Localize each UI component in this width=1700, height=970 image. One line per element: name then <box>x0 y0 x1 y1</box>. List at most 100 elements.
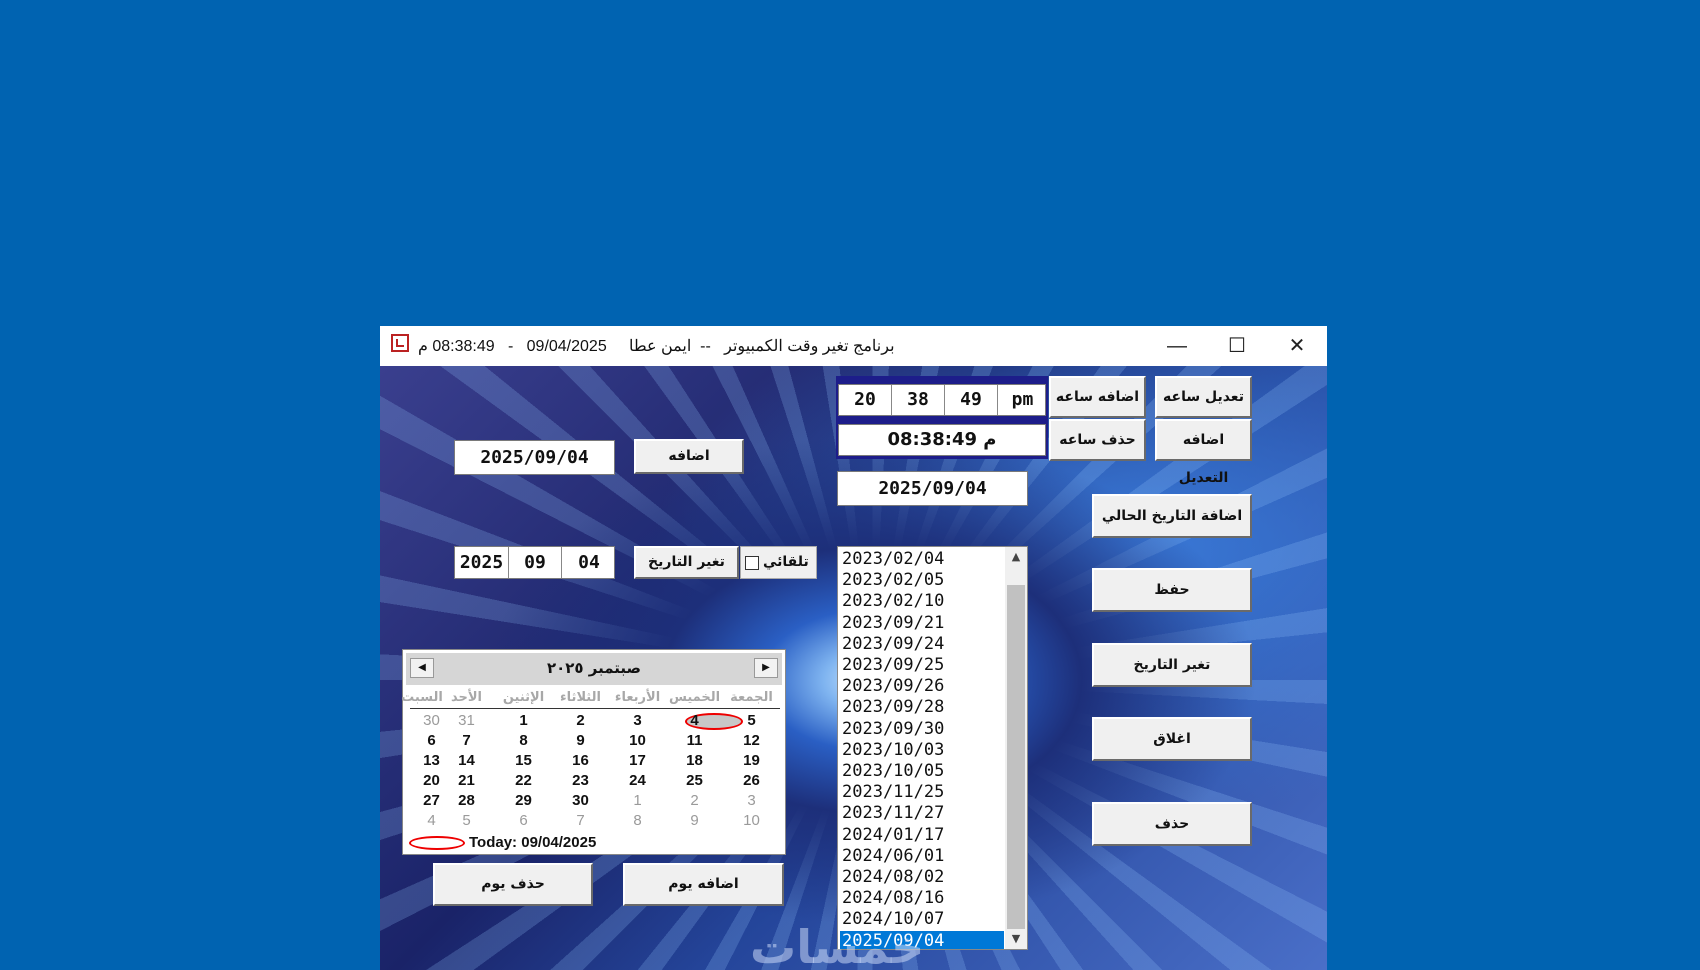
calendar-day[interactable]: 7 <box>552 812 609 829</box>
auto-label: تلقائي <box>763 554 809 570</box>
time-input[interactable]: 20 38 49 pm <box>838 384 1046 416</box>
list-item[interactable]: 2024/08/02 <box>840 867 1004 888</box>
month-calendar[interactable]: ◀ صبتمبر ٢٠٢٥ ▶ الجمعة الخميس الأربعاء ا… <box>401 649 786 855</box>
window-title: برنامج تغير وقت الكمبيوتر -- ايمن عطا 09… <box>418 338 895 355</box>
calendar-day[interactable]: 10 <box>609 732 666 749</box>
calendar-day[interactable]: 12 <box>723 732 780 749</box>
auto-checkbox-group[interactable]: تلقائي <box>740 546 817 579</box>
calendar-day[interactable]: 23 <box>552 772 609 789</box>
calendar-day[interactable]: 29 <box>495 792 552 809</box>
delete-day-button[interactable]: حذف يوم <box>433 863 593 906</box>
calendar-day[interactable]: 30 <box>552 792 609 809</box>
calendar-day[interactable]: 4 <box>403 812 460 829</box>
weekday-label: الأربعاء <box>614 690 661 705</box>
close-app-button[interactable]: اغلاق <box>1092 717 1252 761</box>
list-item[interactable]: 2024/01/17 <box>840 825 1004 846</box>
scroll-down-icon[interactable]: ▼ <box>1005 929 1027 949</box>
calendar-day[interactable]: 6 <box>495 812 552 829</box>
calendar-day[interactable]: 2 <box>552 712 609 729</box>
list-item[interactable]: 2023/02/04 <box>840 549 1004 570</box>
auto-checkbox[interactable] <box>745 556 759 570</box>
today-circle-icon <box>409 836 465 850</box>
calendar-day[interactable]: 8 <box>609 812 666 829</box>
list-scrollbar[interactable]: ▲ ▼ <box>1005 547 1027 949</box>
save-button[interactable]: حفظ <box>1092 568 1252 612</box>
minutes-field[interactable]: 38 <box>892 385 945 415</box>
calendar-day[interactable]: 19 <box>723 752 780 769</box>
list-item[interactable]: 2024/06/01 <box>840 846 1004 867</box>
close-button[interactable]: ✕ <box>1267 326 1327 366</box>
calendar-day[interactable]: 11 <box>666 732 723 749</box>
calendar-day[interactable]: 3 <box>609 712 666 729</box>
year-field[interactable]: 2025 <box>455 547 509 578</box>
list-item[interactable]: 2023/09/24 <box>840 634 1004 655</box>
list-item[interactable]: 2023/02/10 <box>840 591 1004 612</box>
calendar-day[interactable]: 20 <box>403 772 460 789</box>
list-item[interactable]: 2023/09/28 <box>840 697 1004 718</box>
calendar-day[interactable]: 3 <box>723 792 780 809</box>
weekday-label: السبت <box>401 690 443 705</box>
calendar-day[interactable]: 16 <box>552 752 609 769</box>
delete-button[interactable]: حذف <box>1092 802 1252 846</box>
maximize-button[interactable]: ☐ <box>1207 326 1267 366</box>
calendar-day[interactable]: 5 <box>723 712 780 729</box>
list-item[interactable]: 2023/10/05 <box>840 761 1004 782</box>
calendar-day[interactable]: 10 <box>723 812 780 829</box>
title-bar: برنامج تغير وقت الكمبيوتر -- ايمن عطا 09… <box>380 326 1327 366</box>
today-row[interactable]: Today: 09/04/2025 <box>407 834 777 852</box>
scroll-up-icon[interactable]: ▲ <box>1005 547 1027 567</box>
add-current-date-button[interactable]: اضافة التاريخ الحالي <box>1092 494 1252 538</box>
calendar-day[interactable]: 25 <box>666 772 723 789</box>
list-item[interactable]: 2023/09/25 <box>840 655 1004 676</box>
calendar-day[interactable]: 27 <box>403 792 460 809</box>
list-item[interactable]: 2023/02/05 <box>840 570 1004 591</box>
calendar-day[interactable]: 15 <box>495 752 552 769</box>
calendar-day[interactable]: 26 <box>723 772 780 789</box>
calendar-day[interactable]: 22 <box>495 772 552 789</box>
calendar-day[interactable]: 2 <box>666 792 723 809</box>
delete-hour-button[interactable]: حذف ساعه <box>1049 419 1146 461</box>
next-month-button[interactable]: ▶ <box>754 658 778 678</box>
main-window: برنامج تغير وقت الكمبيوتر -- ايمن عطا 09… <box>380 326 1327 970</box>
change-date-right-button[interactable]: تغير التاريخ <box>1092 643 1252 687</box>
date-field[interactable]: 2025/09/04 <box>454 440 615 475</box>
calendar-day[interactable]: 6 <box>403 732 460 749</box>
calendar-day[interactable]: 18 <box>666 752 723 769</box>
list-item[interactable]: 2023/09/30 <box>840 719 1004 740</box>
list-item[interactable]: 2023/09/26 <box>840 676 1004 697</box>
list-item[interactable]: 2023/11/27 <box>840 803 1004 824</box>
calendar-day[interactable]: 8 <box>495 732 552 749</box>
calendar-day[interactable]: 24 <box>609 772 666 789</box>
scroll-thumb[interactable] <box>1007 585 1025 929</box>
add-edit-button[interactable]: اضافه التعديل <box>1155 419 1252 486</box>
list-item[interactable]: 2023/11/25 <box>840 782 1004 803</box>
ampm-field[interactable]: pm <box>998 385 1047 415</box>
seconds-field[interactable]: 49 <box>945 385 998 415</box>
day-field[interactable]: 04 <box>562 547 616 578</box>
month-field[interactable]: 09 <box>509 547 562 578</box>
calendar-day[interactable]: 4 <box>666 712 723 729</box>
app-icon[interactable] <box>391 334 409 352</box>
add-button[interactable]: اضافه <box>634 439 744 474</box>
minimize-button[interactable]: — <box>1147 326 1207 366</box>
list-item[interactable]: 2023/09/21 <box>840 613 1004 634</box>
edit-hour-button[interactable]: تعديل ساعه <box>1155 376 1252 418</box>
calendar-day[interactable]: 1 <box>609 792 666 809</box>
date-parts-input[interactable]: 2025 09 04 <box>454 546 615 579</box>
change-date-button[interactable]: تغير التاريخ <box>634 546 739 579</box>
today-text: Today: 09/04/2025 <box>469 834 597 851</box>
hours-field[interactable]: 20 <box>839 385 892 415</box>
prev-month-button[interactable]: ◀ <box>410 658 434 678</box>
calendar-day[interactable]: 9 <box>666 812 723 829</box>
date-listbox[interactable]: 2023/02/04 2023/02/05 2023/02/10 2023/09/21… <box>837 546 1028 950</box>
list-item[interactable]: 2024/08/16 <box>840 888 1004 909</box>
calendar-day[interactable]: 30 <box>403 712 460 729</box>
calendar-day[interactable]: 9 <box>552 732 609 749</box>
calendar-day[interactable]: 17 <box>609 752 666 769</box>
list-item[interactable]: 2023/10/03 <box>840 740 1004 761</box>
calendar-day[interactable]: 1 <box>495 712 552 729</box>
add-hour-button[interactable]: اضافه ساعه <box>1049 376 1146 418</box>
add-day-button[interactable]: اضافه يوم <box>623 863 784 906</box>
calendar-day[interactable]: 13 <box>403 752 460 769</box>
current-date-field[interactable]: 2025/09/04 <box>837 471 1028 506</box>
